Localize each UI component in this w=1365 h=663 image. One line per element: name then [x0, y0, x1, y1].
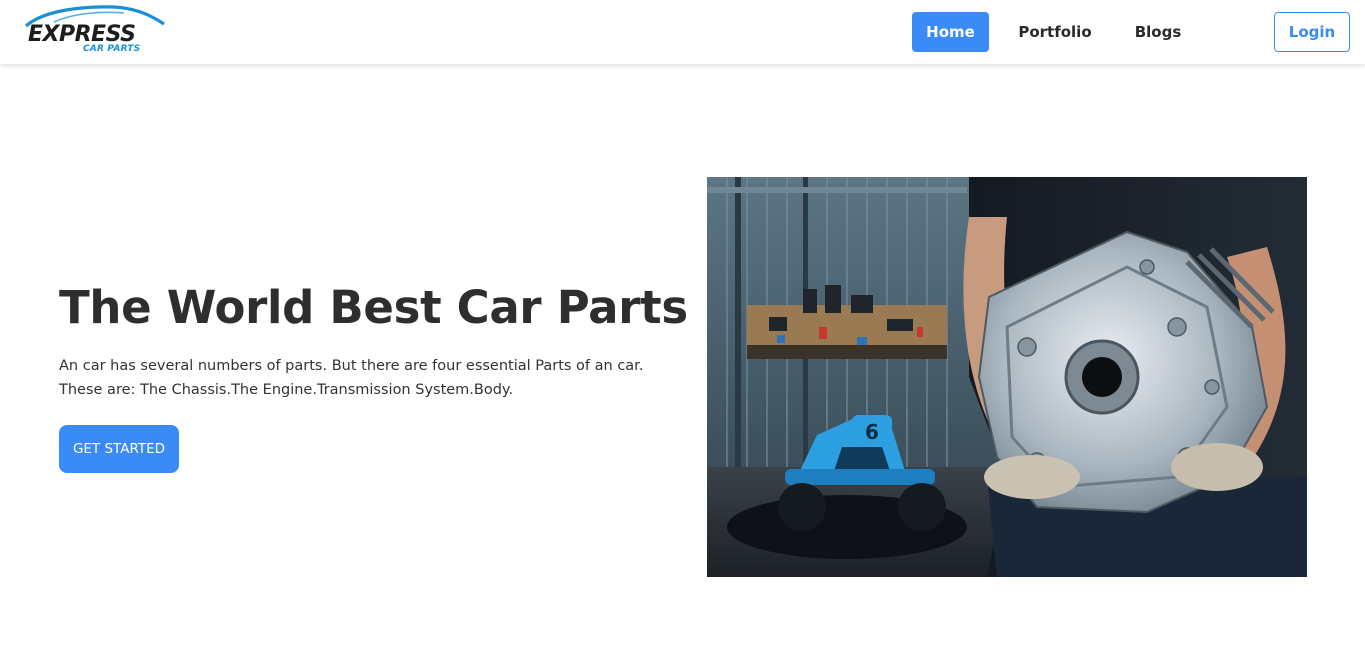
- nav-portfolio-link[interactable]: Portfolio: [1010, 12, 1100, 52]
- hero-title: The World Best Car Parts: [59, 281, 688, 334]
- nav-blogs-link[interactable]: Blogs: [1122, 12, 1194, 52]
- login-button[interactable]: Login: [1274, 12, 1350, 52]
- logo-subtitle: CAR PARTS: [83, 44, 141, 54]
- nav-home-link[interactable]: Home: [912, 12, 989, 52]
- hero-image-engine-part: 6: [707, 177, 1307, 577]
- logo-wordmark: EXPRESS: [28, 22, 136, 47]
- get-started-button[interactable]: GET STARTED: [59, 425, 179, 473]
- kart-number: 6: [865, 420, 879, 444]
- navbar: EXPRESS CAR PARTS Home Portfolio Blogs L…: [0, 0, 1365, 64]
- hero-description: An car has several numbers of parts. But…: [59, 358, 644, 398]
- brand-logo[interactable]: EXPRESS CAR PARTS: [24, 4, 166, 56]
